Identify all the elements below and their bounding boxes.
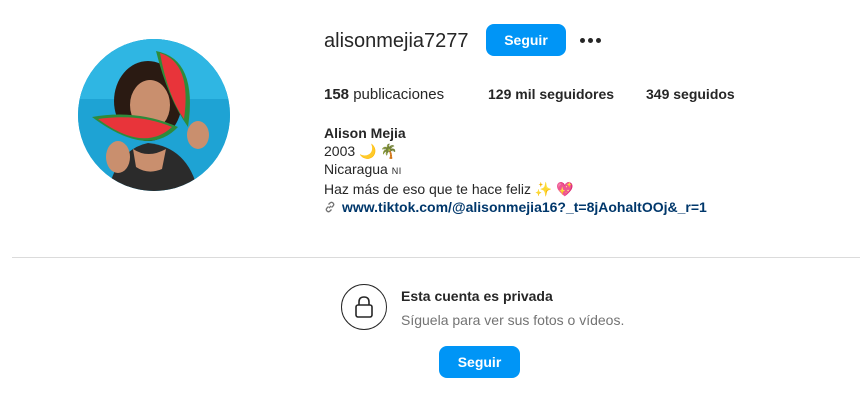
profile-avatar[interactable]	[78, 39, 230, 191]
country-flag: NI	[391, 166, 402, 176]
bio-country: Nicaragua	[324, 161, 388, 177]
followers-label: seguidores	[539, 86, 615, 102]
lock-icon	[341, 284, 387, 330]
bio-line: Nicaragua NI	[324, 160, 707, 180]
private-account-title: Esta cuenta es privada	[401, 288, 553, 304]
profile-username: alisonmejia7277	[324, 30, 469, 52]
dot	[595, 37, 601, 43]
follow-button-private[interactable]: Seguir	[439, 346, 520, 378]
dot	[579, 37, 585, 43]
section-divider	[12, 257, 860, 258]
dot	[587, 37, 593, 43]
link-icon	[325, 201, 335, 213]
following-count[interactable]: 349 seguidos	[646, 86, 735, 102]
profile-bio: Alison Mejia 2003 🌙 🌴 Nicaragua NI Haz m…	[324, 124, 707, 216]
display-name: Alison Mejia	[324, 125, 406, 141]
bio-line: 2003 🌙 🌴	[324, 143, 398, 159]
bio-external-link[interactable]: www.tiktok.com/@alisonmejia16?_t=8jAohal…	[342, 198, 707, 216]
avatar-photo	[78, 39, 230, 191]
posts-number: 158	[324, 86, 350, 103]
lock-glyph	[355, 296, 373, 318]
following-label: seguidos	[673, 86, 735, 102]
bio-link-row: www.tiktok.com/@alisonmejia16?_t=8jAohal…	[324, 198, 707, 216]
bio-line: Haz más de eso que te hace feliz ✨ 💖	[324, 181, 574, 197]
following-number: 349	[646, 86, 670, 102]
posts-count: 158 publicaciones	[324, 86, 444, 103]
private-account-subtitle: Síguela para ver sus fotos o vídeos.	[401, 312, 625, 328]
followers-count[interactable]: 129 mil seguidores	[488, 86, 614, 102]
more-options-icon[interactable]	[577, 28, 603, 52]
followers-number: 129 mil	[488, 86, 536, 102]
posts-label: publicaciones	[353, 86, 445, 103]
follow-button[interactable]: Seguir	[486, 24, 566, 56]
